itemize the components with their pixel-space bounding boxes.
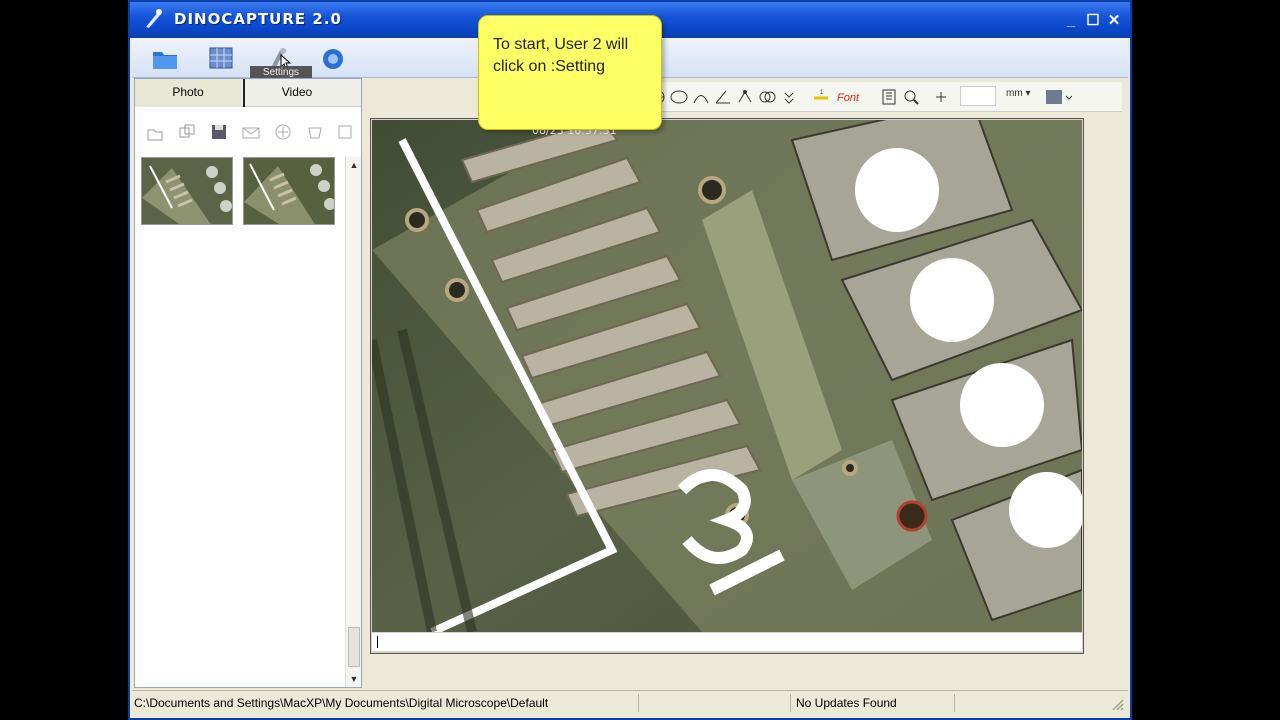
text-cursor: [377, 636, 378, 648]
save-icon[interactable]: [209, 122, 229, 142]
image-viewer: 08/23 16:57:31: [370, 118, 1084, 654]
image-adjust-icon[interactable]: [1044, 88, 1072, 106]
app-title: DINOCAPTURE 2.0: [174, 10, 342, 28]
zoom-icon[interactable]: [902, 88, 920, 106]
multi-circle-icon[interactable]: [758, 88, 776, 106]
angle-three-point-icon[interactable]: [736, 88, 754, 106]
delete-icon[interactable]: [305, 122, 325, 142]
font-icon[interactable]: Font: [836, 88, 864, 106]
import-icon[interactable]: [145, 122, 165, 142]
status-divider: [790, 694, 791, 712]
arc-icon[interactable]: [692, 88, 710, 106]
line-color-icon[interactable]: 1: [812, 88, 830, 106]
properties-icon[interactable]: [335, 122, 355, 142]
svg-text:1: 1: [820, 90, 824, 96]
more-tools-icon[interactable]: [780, 88, 798, 106]
close-button[interactable]: ✕: [1105, 12, 1123, 30]
camera-icon[interactable]: [318, 44, 348, 72]
angle-icon[interactable]: [714, 88, 732, 106]
left-panel: Photo Video ▲ ▼: [134, 78, 362, 688]
thumbnail-gallery: [141, 157, 341, 227]
gallery-scrollbar[interactable]: ▲ ▼: [345, 157, 361, 687]
status-divider: [954, 694, 955, 712]
tab-row: Photo Video: [135, 79, 361, 107]
tab-photo[interactable]: Photo: [135, 79, 241, 107]
scroll-thumb[interactable]: [348, 627, 360, 667]
app-window: DINOCAPTURE 2.0 _ ☐ ✕ Settings Photo Vid…: [128, 0, 1132, 720]
photo-toolbar: [135, 119, 361, 147]
open-folder-icon[interactable]: [150, 44, 180, 72]
magnification-icon[interactable]: [932, 88, 950, 106]
resize-grip-icon[interactable]: [1110, 697, 1124, 711]
status-path: C:\Documents and Settings\MacXP\My Docum…: [134, 696, 549, 710]
copy-icon[interactable]: [177, 122, 197, 142]
photo-thumbnail[interactable]: [141, 157, 233, 225]
display-grid-icon[interactable]: [206, 44, 236, 72]
svg-text:Font: Font: [837, 92, 860, 104]
email-icon[interactable]: [241, 122, 261, 142]
print-icon[interactable]: [273, 122, 293, 142]
status-updates: No Updates Found: [796, 696, 897, 710]
photo-thumbnail[interactable]: [243, 157, 335, 225]
tab-video[interactable]: Video: [243, 79, 349, 107]
microscope-image[interactable]: 08/23 16:57:31: [372, 120, 1082, 632]
status-divider: [638, 694, 639, 712]
minimize-button[interactable]: _: [1062, 12, 1080, 30]
magnification-input[interactable]: [960, 86, 996, 106]
ellipse-icon[interactable]: [670, 88, 688, 106]
instruction-callout: To start, User 2 will click on :Setting: [478, 15, 662, 130]
maximize-button[interactable]: ☐: [1084, 12, 1102, 30]
app-logo-icon: [146, 9, 162, 28]
calibration-icon[interactable]: [880, 88, 898, 106]
unit-select[interactable]: mm ▾: [1006, 88, 1036, 104]
scroll-up-icon[interactable]: ▲: [348, 159, 360, 171]
status-bar: C:\Documents and Settings\MacXP\My Docum…: [132, 690, 1128, 714]
caption-input[interactable]: [372, 633, 1082, 651]
scroll-down-icon[interactable]: ▼: [348, 673, 360, 685]
